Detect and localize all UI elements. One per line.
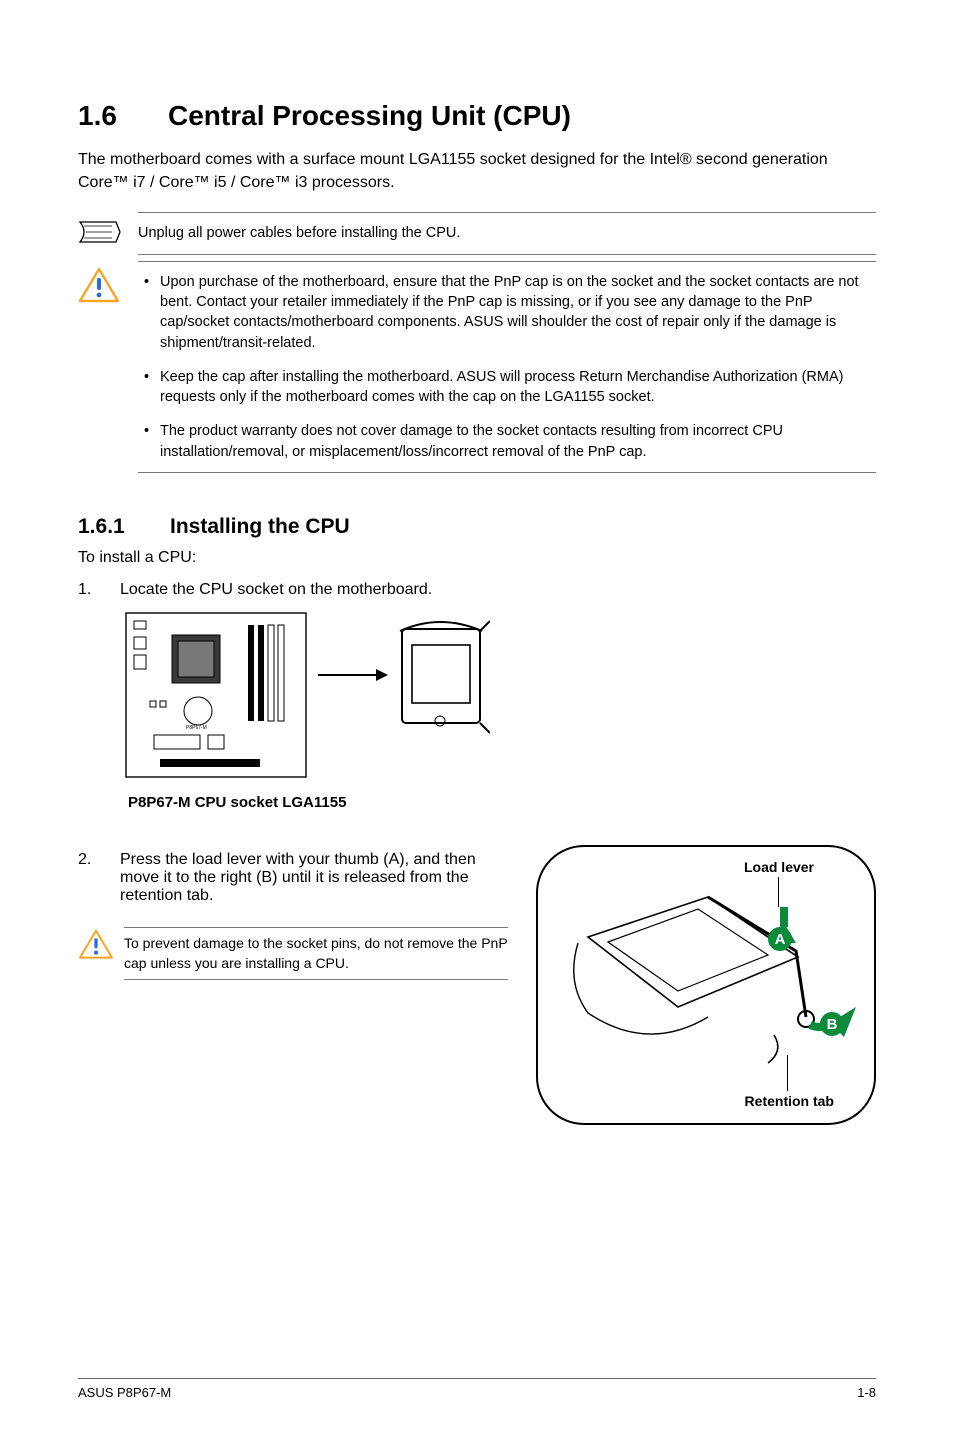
note-block: Unplug all power cables before installin… bbox=[78, 212, 876, 254]
step-2-row: 2. Press the load lever with your thumb … bbox=[78, 845, 876, 1125]
step-number: 2. bbox=[78, 851, 120, 905]
socket-figure-svg bbox=[538, 847, 878, 1127]
callout-line bbox=[787, 1055, 788, 1091]
warning-icon-col bbox=[78, 261, 138, 473]
intro-paragraph: The motherboard comes with a surface mou… bbox=[78, 148, 876, 194]
page-footer: ASUS P8P67-M 1-8 bbox=[78, 1378, 876, 1400]
socket-callout-figure: Load lever A B Retention tab bbox=[536, 845, 876, 1125]
section-title: Central Processing Unit (CPU) bbox=[168, 100, 571, 131]
badge-b: B bbox=[820, 1012, 844, 1036]
warning-item: Upon purchase of the motherboard, ensure… bbox=[138, 272, 874, 353]
motherboard-diagram: P8P67-M P8P67-M CPU socket LGA1155 bbox=[120, 607, 876, 811]
step-2: 2. Press the load lever with your thumb … bbox=[78, 851, 508, 905]
step-text: Locate the CPU socket on the motherboard… bbox=[120, 581, 432, 599]
warning-content: Upon purchase of the motherboard, ensure… bbox=[138, 261, 876, 473]
motherboard-svg: P8P67-M bbox=[120, 607, 490, 787]
subsection-title: Installing the CPU bbox=[170, 515, 350, 538]
inner-warning-text: To prevent damage to the socket pins, do… bbox=[124, 927, 508, 980]
badge-a: A bbox=[768, 927, 792, 951]
subsection-heading: 1.6.1Installing the CPU bbox=[78, 515, 876, 539]
step-text: Press the load lever with your thumb (A)… bbox=[120, 851, 508, 905]
diagram-caption: P8P67-M CPU socket LGA1155 bbox=[128, 794, 876, 811]
svg-text:P8P67-M: P8P67-M bbox=[186, 725, 207, 731]
warning-item: The product warranty does not cover dama… bbox=[138, 421, 874, 462]
step-1: 1. Locate the CPU socket on the motherbo… bbox=[78, 581, 876, 599]
warning-item: Keep the cap after installing the mother… bbox=[138, 367, 874, 408]
note-icon-col bbox=[78, 212, 138, 254]
subsection-intro: To install a CPU: bbox=[78, 549, 876, 567]
caution-icon bbox=[78, 267, 120, 305]
inner-warning-icon-col bbox=[78, 927, 124, 980]
pencil-icon bbox=[78, 218, 122, 248]
section-number: 1.6 bbox=[78, 100, 168, 132]
subsection-number: 1.6.1 bbox=[78, 515, 170, 539]
section-heading: 1.6Central Processing Unit (CPU) bbox=[78, 100, 876, 132]
footer-left: ASUS P8P67-M bbox=[78, 1385, 171, 1400]
inner-warning-block: To prevent damage to the socket pins, do… bbox=[78, 927, 508, 980]
retention-tab-label: Retention tab bbox=[745, 1093, 834, 1109]
warning-block: Upon purchase of the motherboard, ensure… bbox=[78, 261, 876, 473]
caution-icon bbox=[78, 929, 114, 961]
footer-right: 1-8 bbox=[857, 1385, 876, 1400]
step-number: 1. bbox=[78, 581, 120, 599]
note-text: Unplug all power cables before installin… bbox=[138, 212, 876, 254]
